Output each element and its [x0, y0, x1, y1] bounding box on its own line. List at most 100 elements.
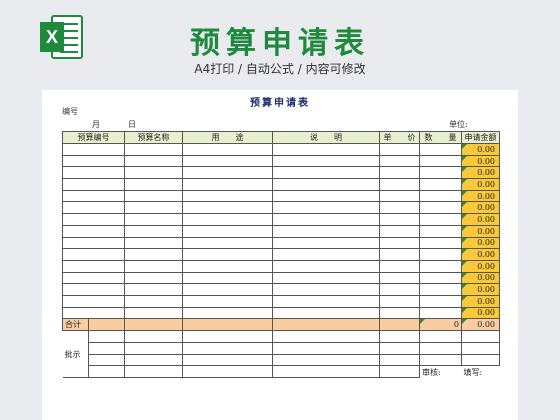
- col-amount-cell[interactable]: 0.00: [461, 189, 500, 203]
- col-quantity-cell[interactable]: [419, 294, 462, 308]
- col-amount-cell[interactable]: 0.00: [461, 213, 500, 226]
- approval-cell[interactable]: [419, 330, 462, 343]
- col-budget-number-cell[interactable]: [62, 306, 125, 320]
- col-budget-number-cell[interactable]: [62, 236, 125, 250]
- col-unit-price-cell[interactable]: [379, 154, 420, 168]
- col-description-cell[interactable]: [272, 283, 380, 296]
- col-budget-number-cell[interactable]: [62, 154, 125, 168]
- col-description-cell[interactable]: [272, 306, 380, 320]
- col-budget-number-cell[interactable]: [62, 201, 125, 215]
- approval-cell[interactable]: [461, 342, 500, 355]
- col-budget-number-cell[interactable]: [62, 294, 125, 308]
- approval-cell[interactable]: [182, 342, 273, 355]
- col-budget-name-cell[interactable]: [124, 154, 183, 168]
- col-budget-name-cell[interactable]: [124, 201, 183, 215]
- col-amount-cell[interactable]: 0.00: [461, 271, 500, 285]
- approval-cell[interactable]: [379, 353, 420, 367]
- col-quantity-cell[interactable]: [419, 143, 462, 156]
- col-purpose-cell[interactable]: [182, 201, 273, 215]
- col-quantity-cell[interactable]: [419, 271, 462, 285]
- approval-cell[interactable]: [379, 330, 420, 343]
- approval-cell[interactable]: [182, 330, 273, 343]
- approval-cell[interactable]: [124, 330, 183, 343]
- col-budget-name-cell[interactable]: [124, 259, 183, 273]
- col-unit-price-cell[interactable]: [379, 236, 420, 250]
- col-unit-price-cell[interactable]: [379, 259, 420, 273]
- approval-cell[interactable]: [88, 330, 125, 343]
- approval-cell[interactable]: [272, 353, 380, 367]
- col-budget-name-cell[interactable]: [124, 236, 183, 250]
- col-unit-price-cell[interactable]: [379, 271, 420, 285]
- col-description-cell[interactable]: [272, 201, 380, 215]
- col-budget-number-cell[interactable]: [62, 224, 125, 238]
- col-purpose-cell[interactable]: [182, 259, 273, 273]
- col-budget-number-cell[interactable]: [62, 248, 125, 261]
- col-quantity-cell[interactable]: [419, 213, 462, 226]
- col-quantity-cell[interactable]: [419, 283, 462, 296]
- approval-cell[interactable]: [461, 330, 500, 343]
- col-unit-price-cell[interactable]: [379, 178, 420, 191]
- col-budget-name-cell[interactable]: [124, 143, 183, 156]
- col-unit-price-cell[interactable]: [379, 166, 420, 180]
- approval-cell[interactable]: [419, 342, 462, 355]
- col-budget-number-cell[interactable]: [62, 143, 125, 156]
- col-purpose-cell[interactable]: [182, 248, 273, 261]
- col-description-cell[interactable]: [272, 154, 380, 168]
- col-amount-cell[interactable]: 0.00: [461, 224, 500, 238]
- approval-cell[interactable]: [88, 365, 125, 379]
- col-purpose-cell[interactable]: [182, 178, 273, 191]
- col-budget-number-cell[interactable]: [62, 259, 125, 273]
- col-budget-name-cell[interactable]: [124, 178, 183, 191]
- col-purpose-cell[interactable]: [182, 189, 273, 203]
- col-budget-number-cell[interactable]: [62, 213, 125, 226]
- approval-cell[interactable]: [88, 342, 125, 355]
- col-unit-price-cell[interactable]: [379, 143, 420, 156]
- col-quantity-cell[interactable]: [419, 224, 462, 238]
- col-purpose-cell[interactable]: [182, 283, 273, 296]
- col-quantity-cell[interactable]: [419, 154, 462, 168]
- col-description-cell[interactable]: [272, 236, 380, 250]
- approval-cell[interactable]: [124, 365, 183, 379]
- col-amount-cell[interactable]: 0.00: [461, 283, 500, 296]
- col-budget-name-cell[interactable]: [124, 294, 183, 308]
- col-amount-cell[interactable]: 0.00: [461, 166, 500, 180]
- col-purpose-cell[interactable]: [182, 143, 273, 156]
- col-budget-name-cell[interactable]: [124, 283, 183, 296]
- col-amount-cell[interactable]: 0.00: [461, 201, 500, 215]
- col-unit-price-cell[interactable]: [379, 248, 420, 261]
- col-amount-cell[interactable]: 0.00: [461, 154, 500, 168]
- col-amount-cell[interactable]: 0.00: [461, 259, 500, 273]
- col-description-cell[interactable]: [272, 143, 380, 156]
- approval-cell[interactable]: [182, 353, 273, 367]
- col-amount-cell[interactable]: 0.00: [461, 306, 500, 320]
- col-quantity-cell[interactable]: [419, 178, 462, 191]
- col-purpose-cell[interactable]: [182, 213, 273, 226]
- col-quantity-cell[interactable]: [419, 189, 462, 203]
- col-quantity-cell[interactable]: [419, 201, 462, 215]
- col-quantity-cell[interactable]: [419, 236, 462, 250]
- approval-cell[interactable]: [461, 353, 500, 367]
- col-quantity-cell[interactable]: [419, 306, 462, 320]
- col-budget-number-cell[interactable]: [62, 283, 125, 296]
- col-purpose-cell[interactable]: [182, 271, 273, 285]
- col-budget-number-cell[interactable]: [62, 166, 125, 180]
- col-description-cell[interactable]: [272, 166, 380, 180]
- approval-cell[interactable]: [272, 330, 380, 343]
- col-amount-cell[interactable]: 0.00: [461, 236, 500, 250]
- col-description-cell[interactable]: [272, 213, 380, 226]
- col-unit-price-cell[interactable]: [379, 189, 420, 203]
- col-description-cell[interactable]: [272, 294, 380, 308]
- col-description-cell[interactable]: [272, 224, 380, 238]
- col-description-cell[interactable]: [272, 248, 380, 261]
- approval-cell[interactable]: [124, 353, 183, 367]
- col-budget-name-cell[interactable]: [124, 224, 183, 238]
- col-quantity-cell[interactable]: [419, 166, 462, 180]
- approval-cell[interactable]: [272, 342, 380, 355]
- col-description-cell[interactable]: [272, 189, 380, 203]
- approval-cell[interactable]: [379, 365, 420, 379]
- col-quantity-cell[interactable]: [419, 248, 462, 261]
- col-unit-price-cell[interactable]: [379, 213, 420, 226]
- col-unit-price-cell[interactable]: [379, 201, 420, 215]
- col-unit-price-cell[interactable]: [379, 283, 420, 296]
- col-amount-cell[interactable]: 0.00: [461, 294, 500, 308]
